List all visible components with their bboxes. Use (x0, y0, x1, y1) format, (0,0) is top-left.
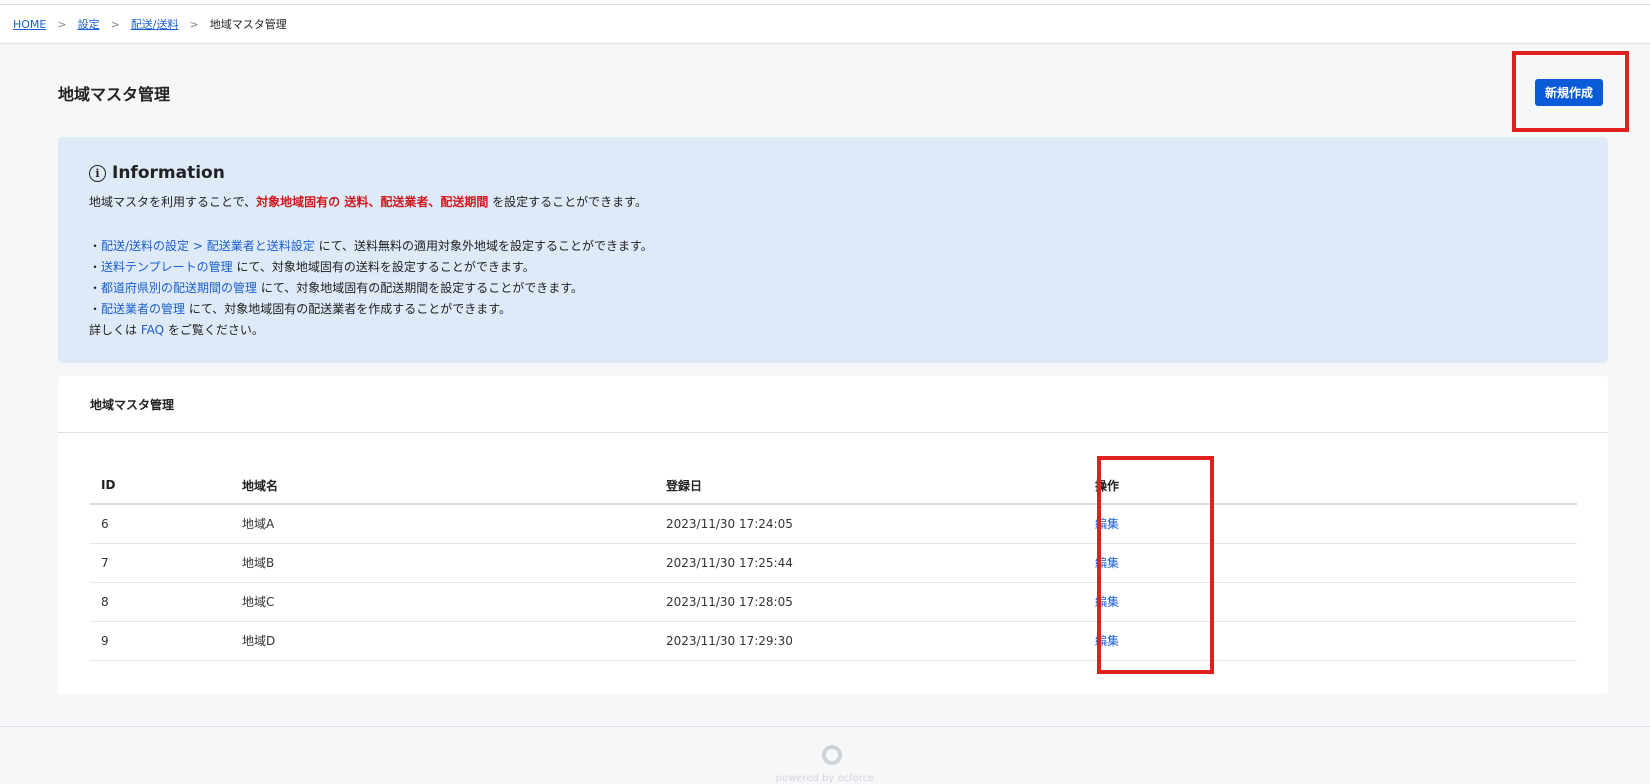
cell-spacer (1157, 543, 1577, 583)
bullet-text: にて、対象地域固有の配送期間を設定することができます。 (257, 281, 584, 295)
table-row: 9 地域D 2023/11/30 17:29:30 編集 (90, 621, 1577, 661)
breadcrumb-separator: > (110, 17, 120, 31)
edit-link[interactable]: 編集 (1095, 634, 1119, 648)
faq-line: 詳しくは FAQ をご覧ください。 (89, 320, 1577, 341)
bullet-item: ・送料テンプレートの管理 にて、対象地域固有の送料を設定することができます。 (89, 257, 1577, 278)
column-header-date: 登録日 (655, 467, 1057, 505)
region-master-card: 地域マスタ管理 ID 地域名 登録日 操作 6 地域A 2023/11/30 1… (58, 376, 1608, 694)
bullet-text: にて、送料無料の適用対象外地域を設定することができます。 (314, 239, 653, 253)
bullet-item: ・都道府県別の配送期間の管理 にて、対象地域固有の配送期間を設定することができま… (89, 278, 1577, 299)
shipping-settings-link[interactable]: 配送/送料の設定 > 配送業者と送料設定 (101, 239, 315, 253)
information-heading: i Information (89, 163, 1577, 183)
cell-spacer (1157, 504, 1577, 544)
intro-text: 地域マスタを利用することで、 (89, 195, 257, 209)
faq-link[interactable]: FAQ (141, 323, 164, 337)
cell-id: 7 (90, 543, 231, 583)
table-header-row: ID 地域名 登録日 操作 (90, 467, 1577, 505)
breadcrumb: HOME > 設定 > 配送/送料 > 地域マスタ管理 (0, 5, 1650, 44)
delivery-company-link[interactable]: 配送業者の管理 (101, 302, 185, 316)
cell-action: 編集 (1057, 504, 1157, 544)
cell-action: 編集 (1057, 582, 1157, 622)
cell-date: 2023/11/30 17:24:05 (655, 504, 1057, 544)
cell-name: 地域D (231, 621, 655, 661)
information-intro: 地域マスタを利用することで、対象地域固有の 送料、配送業者、配送期間 を設定する… (89, 192, 1577, 213)
bullet-item: ・配送/送料の設定 > 配送業者と送料設定 にて、送料無料の適用対象外地域を設定… (89, 236, 1577, 257)
column-header-name: 地域名 (231, 467, 655, 505)
intro-text-after: を設定することができます。 (488, 195, 647, 209)
new-create-button[interactable]: 新規作成 (1535, 79, 1603, 106)
information-bullets: ・配送/送料の設定 > 配送業者と送料設定 にて、送料無料の適用対象外地域を設定… (89, 236, 1577, 341)
cell-id: 9 (90, 621, 231, 661)
breadcrumb-shipping-link[interactable]: 配送/送料 (131, 16, 179, 32)
bullet-text: にて、対象地域固有の配送業者を作成することができます。 (185, 302, 512, 316)
powered-by-text: powered by ecforce (775, 773, 875, 784)
intro-highlight: 対象地域固有の 送料、配送業者、配送期間 (256, 195, 489, 209)
information-panel: i Information 地域マスタを利用することで、対象地域固有の 送料、配… (58, 137, 1608, 363)
faq-text: 詳しくは (89, 323, 141, 337)
cell-date: 2023/11/30 17:29:30 (655, 621, 1057, 661)
ecforce-logo-icon (822, 745, 842, 765)
cell-name: 地域A (231, 504, 655, 544)
delivery-period-link[interactable]: 都道府県別の配送期間の管理 (101, 281, 257, 295)
card-title: 地域マスタ管理 (58, 376, 1608, 433)
cell-id: 6 (90, 504, 231, 544)
information-heading-text: Information (112, 163, 225, 183)
cell-action: 編集 (1057, 543, 1157, 583)
edit-link[interactable]: 編集 (1095, 595, 1119, 609)
column-header-action: 操作 (1057, 467, 1157, 505)
bullet-marker: ・ (89, 260, 102, 274)
breadcrumb-separator: > (57, 17, 67, 31)
breadcrumb-home-link[interactable]: HOME (13, 18, 46, 31)
cell-name: 地域C (231, 582, 655, 622)
column-header-spacer (1157, 467, 1577, 505)
cell-date: 2023/11/30 17:25:44 (655, 543, 1057, 583)
bullet-text: にて、対象地域固有の送料を設定することができます。 (232, 260, 535, 274)
breadcrumb-settings-link[interactable]: 設定 (78, 16, 100, 32)
table-row: 8 地域C 2023/11/30 17:28:05 編集 (90, 582, 1577, 622)
table-row: 7 地域B 2023/11/30 17:25:44 編集 (90, 543, 1577, 583)
page-title: 地域マスタ管理 (58, 85, 171, 104)
breadcrumb-current: 地域マスタ管理 (209, 18, 287, 31)
cell-spacer (1157, 582, 1577, 622)
column-header-id: ID (90, 467, 231, 505)
table-row: 6 地域A 2023/11/30 17:24:05 編集 (90, 504, 1577, 544)
region-table: ID 地域名 登録日 操作 6 地域A 2023/11/30 17:24:05 … (90, 467, 1577, 661)
shipping-template-link[interactable]: 送料テンプレートの管理 (101, 260, 233, 274)
bullet-marker: ・ (89, 239, 102, 253)
edit-link[interactable]: 編集 (1095, 556, 1119, 570)
cell-id: 8 (90, 582, 231, 622)
cell-spacer (1157, 621, 1577, 661)
faq-text-after: をご覧ください。 (164, 323, 264, 337)
edit-link[interactable]: 編集 (1095, 517, 1119, 531)
bullet-marker: ・ (89, 281, 102, 295)
cell-name: 地域B (231, 543, 655, 583)
cell-action: 編集 (1057, 621, 1157, 661)
info-circle-icon: i (89, 164, 106, 182)
breadcrumb-separator: > (189, 17, 199, 31)
bullet-item: ・配送業者の管理 にて、対象地域固有の配送業者を作成することができます。 (89, 299, 1577, 320)
footer: powered by ecforce (0, 726, 1650, 784)
cell-date: 2023/11/30 17:28:05 (655, 582, 1057, 622)
bullet-marker: ・ (89, 302, 102, 316)
